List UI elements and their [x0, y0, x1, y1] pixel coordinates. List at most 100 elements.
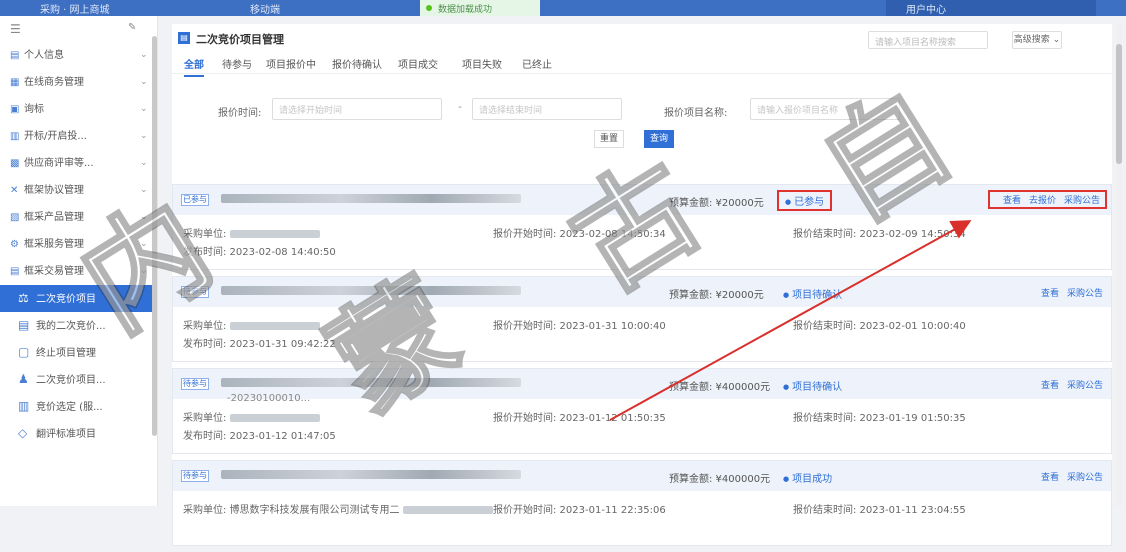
- submenu-icon: ▥: [18, 399, 30, 413]
- status-badge: 已参与: [777, 190, 833, 211]
- card-action-link[interactable]: 查看: [1041, 289, 1059, 299]
- sidebar-subitem-label: 终止项目管理: [36, 348, 96, 359]
- card-header: 已参与 预算金额: ¥20000元 已参与 查看去报价采购公告: [173, 185, 1111, 215]
- budget-amount: 预算金额: ¥20000元: [669, 198, 764, 209]
- chevron-down-icon: ⌄: [140, 239, 148, 249]
- sidebar-item[interactable]: ▤ 个人信息 ⌄: [0, 42, 157, 69]
- menu-item-icon: ▣: [10, 104, 20, 115]
- sidebar-subitem[interactable]: ▢ 终止项目管理: [0, 339, 157, 366]
- card-action-link[interactable]: 采购公告: [1064, 196, 1100, 206]
- sidebar-item-label: 供应商评审等...: [24, 158, 94, 169]
- sidebar-subitem[interactable]: ▤ 我的二次竞价...: [0, 312, 157, 339]
- sidebar-subitem-label: 我的二次竞价...: [36, 321, 106, 332]
- menu-item-icon: ▩: [10, 158, 20, 169]
- card-tag: 待参与: [181, 286, 209, 298]
- sidebar: ☰ ✎ ▤ 个人信息 ⌄ ▦ 在线商务管理 ⌄ ▣ 询标 ⌄ ▥ 开标/开启投... ⌄ ▩ 供应商评审等…: [0, 16, 158, 506]
- mobile-link[interactable]: 移动端: [250, 1, 280, 16]
- sidebar-item-label: 框架协议管理: [24, 185, 84, 196]
- tab[interactable]: 全部: [184, 56, 204, 77]
- submenu-icon: ▢: [18, 345, 30, 359]
- card-action-link[interactable]: 采购公告: [1067, 473, 1103, 483]
- buyer-unit: 采购单位:: [183, 409, 320, 424]
- chevron-down-icon: ⌄: [140, 77, 148, 87]
- tab[interactable]: 项目报价中: [266, 56, 316, 71]
- card-action-link[interactable]: 采购公告: [1067, 381, 1103, 391]
- sidebar-item[interactable]: ▥ 开标/开启投... ⌄: [0, 123, 157, 150]
- sidebar-scrollbar[interactable]: [152, 36, 157, 436]
- sidebar-item-label: 框采交易管理: [24, 266, 84, 277]
- sidebar-subitem[interactable]: ▥ 竞价选定 (服...: [0, 393, 157, 420]
- status-badge: 项目待确认: [783, 378, 842, 393]
- buyer-unit: 采购单位:: [183, 317, 320, 332]
- quote-end-time: 报价结束时间: 2023-02-01 10:00:40: [793, 321, 966, 332]
- blurred-buyer: [229, 230, 320, 238]
- quote-end-time: 报价结束时间: 2023-01-19 01:50:35: [793, 413, 966, 424]
- tab[interactable]: 已终止: [522, 56, 552, 71]
- blurred-buyer: [402, 506, 493, 514]
- user-area[interactable]: 用户中心: [886, 0, 1096, 16]
- card-action-link[interactable]: 查看: [1041, 381, 1059, 391]
- sidebar-item[interactable]: ▣ 询标 ⌄: [0, 96, 157, 123]
- buyer-unit: 采购单位: 博思数字科技发展有限公司测试专用二: [183, 501, 493, 516]
- submenu-icon: ⚖: [18, 291, 29, 305]
- query-button[interactable]: 查询: [644, 130, 674, 148]
- buyer-label: 采购单位:: [183, 229, 227, 240]
- tab[interactable]: 项目成交: [398, 56, 438, 71]
- card-action-link[interactable]: 查看: [1003, 196, 1021, 206]
- project-name[interactable]: [221, 191, 561, 207]
- card-action-link[interactable]: 查看: [1041, 473, 1059, 483]
- publish-time: 发布时间: 2023-01-12 01:47:05: [183, 431, 336, 442]
- status-tabs: 全部 待参与 项目报价中 报价待确认 项目成交 项目失败 已终止: [172, 52, 1112, 77]
- end-time-input[interactable]: 请选择结束时间: [472, 98, 622, 120]
- chevron-down-icon: ⌄: [140, 158, 148, 168]
- sidebar-subitem[interactable]: ⚖ 二次竞价项目: [0, 285, 157, 312]
- blurred-name: [221, 377, 521, 387]
- chevron-down-icon: ⌄: [140, 266, 148, 276]
- user-center-link[interactable]: 用户中心: [906, 1, 946, 16]
- project-name[interactable]: -20230100010...: [221, 375, 561, 404]
- project-card: 待参与 -20230100010... 预算金额: ¥400000元 项目待确认…: [172, 368, 1112, 454]
- sidebar-item[interactable]: ▦ 在线商务管理 ⌄: [0, 69, 157, 96]
- sidebar-item[interactable]: ▧ 框采产品管理 ⌄: [0, 204, 157, 231]
- sidebar-item[interactable]: ⚙ 框采服务管理 ⌄: [0, 231, 157, 258]
- search-input[interactable]: 请输入项目名称搜索: [868, 31, 988, 49]
- range-separator: -: [458, 100, 462, 113]
- card-action-link[interactable]: 去报价: [1029, 196, 1056, 206]
- quote-end-time: 报价结束时间: 2023-02-09 14:50:34: [793, 229, 966, 240]
- project-name[interactable]: [221, 283, 561, 299]
- page-scrollbar[interactable]: [1116, 24, 1122, 506]
- sidebar-subitem[interactable]: ◇ 翻评标准项目: [0, 420, 157, 447]
- start-time-input[interactable]: 请选择开始时间: [272, 98, 442, 120]
- quote-end-time: 报价结束时间: 2023-01-11 23:04:55: [793, 505, 966, 516]
- card-tag: 待参与: [181, 378, 209, 390]
- sidebar-header: ☰ ✎: [0, 16, 157, 42]
- menu-item-icon: ⚙: [10, 239, 19, 250]
- sidebar-item[interactable]: ▩ 供应商评审等... ⌄: [0, 150, 157, 177]
- tab[interactable]: 待参与: [222, 56, 252, 71]
- card-action-link[interactable]: 采购公告: [1067, 289, 1103, 299]
- sidebar-item-label: 框采产品管理: [24, 212, 84, 223]
- sidebar-item-label: 开标/开启投...: [24, 131, 87, 142]
- sidebar-subitem-label: 竞价选定 (服...: [36, 402, 103, 413]
- project-name-input[interactable]: 请输入报价项目名称: [750, 98, 900, 120]
- project-name[interactable]: [221, 467, 561, 483]
- advanced-search-button[interactable]: 高级搜索 ⌄: [1012, 31, 1062, 49]
- sidebar-item[interactable]: ▤ 框采交易管理 ⌄: [0, 258, 157, 285]
- sidebar-subitem[interactable]: ♟ 二次竞价项目...: [0, 366, 157, 393]
- pin-icon[interactable]: ✎: [128, 22, 136, 33]
- reset-button[interactable]: 重置: [594, 130, 624, 148]
- menu-icon[interactable]: ☰: [10, 22, 21, 36]
- budget-amount: 预算金额: ¥20000元: [669, 290, 764, 301]
- scrollbar-thumb[interactable]: [1116, 44, 1122, 164]
- card-header: 待参与 -20230100010... 预算金额: ¥400000元 项目待确认…: [173, 369, 1111, 404]
- submenu-icon: ♟: [18, 372, 29, 386]
- project-card: 待参与 预算金额: ¥20000元 项目待确认 查看采购公告 采购单位: 报价开…: [172, 276, 1112, 362]
- sidebar-subitem-label: 翻评标准项目: [36, 429, 96, 440]
- sidebar-item-label: 询标: [24, 104, 44, 115]
- tab[interactable]: 报价待确认: [332, 56, 382, 71]
- tab[interactable]: 项目失败: [462, 56, 502, 71]
- sidebar-item[interactable]: ✕ 框架协议管理 ⌄: [0, 177, 157, 204]
- card-header: 待参与 预算金额: ¥400000元 项目成功 查看采购公告: [173, 461, 1111, 491]
- buyer-unit: 采购单位:: [183, 225, 320, 240]
- status-badge: 项目成功: [783, 470, 832, 485]
